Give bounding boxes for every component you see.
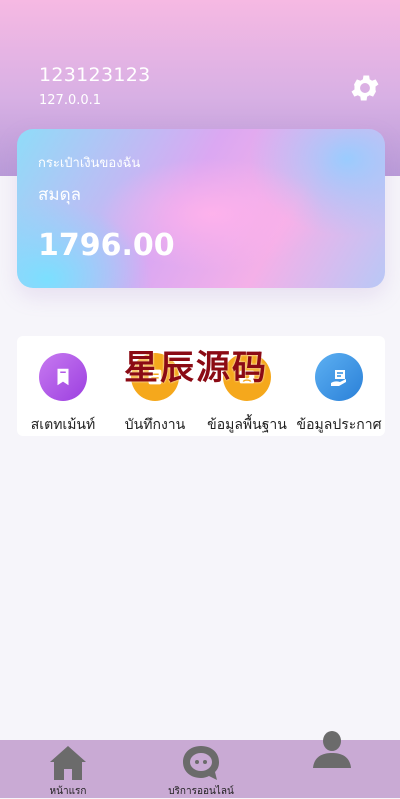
nav-item-profile[interactable] xyxy=(296,731,366,798)
announcement-icon xyxy=(315,353,363,401)
gear-icon[interactable] xyxy=(348,71,382,105)
chat-bubble-icon xyxy=(183,746,219,780)
bookmark-icon xyxy=(39,353,87,401)
nav-item-online-service[interactable]: บริการออนไลน์ xyxy=(156,740,246,798)
menu-label-basic-info: ข้อมูลพื้นฐาน xyxy=(207,417,287,433)
menu-label-announcements: ข้อมูลประกาศ xyxy=(296,417,382,433)
bottom-nav: หน้าแรก บริการออนไลน์ xyxy=(0,731,400,798)
menu-label-work-log: บันทึกงาน xyxy=(124,417,186,433)
wallet-balance: 1796.00 xyxy=(38,228,175,263)
nav-label-online-service: บริการออนไลน์ xyxy=(168,786,234,797)
user-icon xyxy=(313,731,351,768)
home-icon xyxy=(50,746,86,780)
wallet-card-subtitle: สมดุล xyxy=(38,185,82,205)
username: 123123123 xyxy=(39,64,151,86)
nav-item-home[interactable]: หน้าแรก xyxy=(28,740,108,798)
menu-item-announcements[interactable]: ข้อมูลประกาศ xyxy=(293,336,385,436)
menu-item-statement[interactable]: สเตทเม้นท์ xyxy=(17,336,109,436)
wallet-card[interactable]: กระเป๋าเงินของฉัน สมดุล 1796.00 xyxy=(17,129,385,288)
wallet-card-title: กระเป๋าเงินของฉัน xyxy=(38,156,141,171)
nav-label-home: หน้าแรก xyxy=(49,786,87,797)
user-ip: 127.0.0.1 xyxy=(39,93,102,108)
menu-label-statement: สเตทเม้นท์ xyxy=(30,417,96,433)
watermark-text: 星辰源码 xyxy=(124,348,268,388)
